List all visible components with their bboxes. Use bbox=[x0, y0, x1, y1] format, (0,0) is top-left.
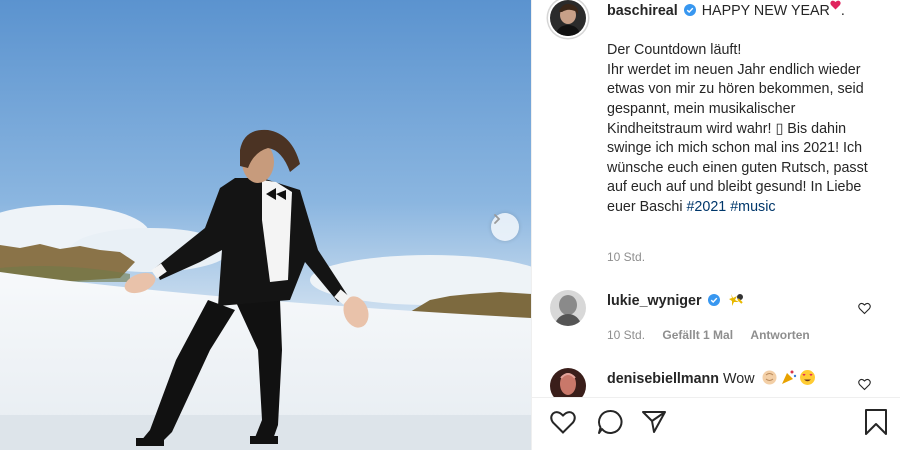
comment-item bbox=[550, 290, 586, 326]
verified-badge-icon bbox=[707, 294, 720, 306]
comment-like-heart-icon[interactable] bbox=[858, 302, 871, 315]
reply-button[interactable]: Antworten bbox=[750, 328, 809, 342]
comment-username[interactable]: denisebiellmann bbox=[607, 371, 719, 387]
avatar-lukie bbox=[550, 290, 586, 326]
next-image-button[interactable] bbox=[491, 213, 519, 241]
share-icon bbox=[642, 411, 666, 433]
clap-icon bbox=[762, 370, 777, 385]
comment-username[interactable]: lukie_wyniger bbox=[607, 293, 702, 309]
comment-text: denisebiellmann Wow bbox=[607, 369, 877, 390]
like-button[interactable] bbox=[547, 406, 579, 438]
verified-badge-icon bbox=[683, 4, 696, 16]
caption-body: Der Countdown läuft! Ihr werdet im neuen… bbox=[607, 42, 868, 215]
caption-text-block: baschireal HAPPY NEW YEAR. Der Countdown… bbox=[607, 0, 877, 218]
avatar-baschireal bbox=[550, 0, 586, 36]
avatar-denise bbox=[550, 368, 586, 398]
save-icon bbox=[865, 409, 887, 435]
like-icon bbox=[550, 411, 576, 434]
hashtag-link[interactable]: #2021 bbox=[686, 199, 726, 215]
caption-heading: HAPPY NEW YEAR bbox=[701, 3, 830, 19]
chevron-right-icon bbox=[494, 214, 501, 224]
share-button[interactable] bbox=[638, 406, 670, 438]
comment-button[interactable] bbox=[594, 406, 626, 438]
comment-likes-count[interactable]: Gefällt 1 Mal bbox=[662, 328, 733, 342]
comment-icon bbox=[598, 409, 623, 434]
caption-row bbox=[550, 0, 586, 36]
sparkle-bee-icon bbox=[728, 294, 743, 306]
instagram-post: baschireal HAPPY NEW YEAR. Der Countdown… bbox=[0, 0, 900, 450]
post-side-panel: baschireal HAPPY NEW YEAR. Der Countdown… bbox=[531, 0, 900, 450]
post-action-bar bbox=[532, 397, 900, 450]
heart-eyes-icon bbox=[799, 370, 815, 385]
hashtag-link[interactable]: #music bbox=[730, 199, 775, 215]
comment-meta: 10 Std. Gefällt 1 Mal Antworten bbox=[607, 328, 810, 342]
avatar[interactable] bbox=[550, 290, 586, 326]
caption-timestamp: 10 Std. bbox=[607, 250, 646, 264]
avatar[interactable] bbox=[550, 0, 586, 36]
caption-username[interactable]: baschireal bbox=[607, 3, 678, 19]
post-image[interactable] bbox=[0, 0, 531, 450]
red-heart-icon bbox=[830, 0, 841, 10]
skater-photo bbox=[0, 0, 531, 450]
avatar[interactable] bbox=[550, 368, 586, 398]
comment-text: lukie_wyniger bbox=[607, 291, 877, 312]
comment-item bbox=[550, 368, 586, 398]
save-button[interactable] bbox=[860, 406, 892, 438]
party-popper-icon bbox=[781, 370, 796, 384]
comments-scroll-area[interactable]: baschireal HAPPY NEW YEAR. Der Countdown… bbox=[532, 0, 900, 398]
comment-like-heart-icon[interactable] bbox=[858, 378, 871, 391]
